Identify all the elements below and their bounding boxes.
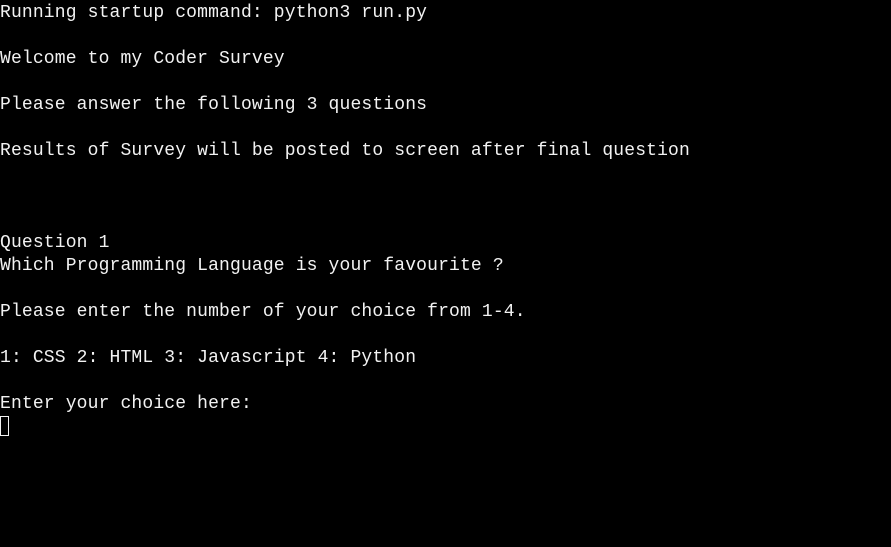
startup-command-line: Running startup command: python3 run.py bbox=[0, 3, 428, 23]
choice-prompt-line: Please enter the number of your choice f… bbox=[0, 302, 526, 322]
options-line: 1: CSS 2: HTML 3: Javascript 4: Python bbox=[0, 348, 417, 368]
instructions-line: Please answer the following 3 questions bbox=[0, 95, 428, 115]
welcome-line: Welcome to my Coder Survey bbox=[0, 49, 285, 69]
results-note-line: Results of Survey will be posted to scre… bbox=[0, 141, 690, 161]
terminal-window[interactable]: Running startup command: python3 run.py … bbox=[0, 0, 891, 547]
text-cursor[interactable] bbox=[0, 416, 9, 436]
input-prompt-line: Enter your choice here: bbox=[0, 394, 252, 414]
question-text-line: Which Programming Language is your favou… bbox=[0, 256, 504, 276]
question-number-line: Question 1 bbox=[0, 233, 110, 253]
